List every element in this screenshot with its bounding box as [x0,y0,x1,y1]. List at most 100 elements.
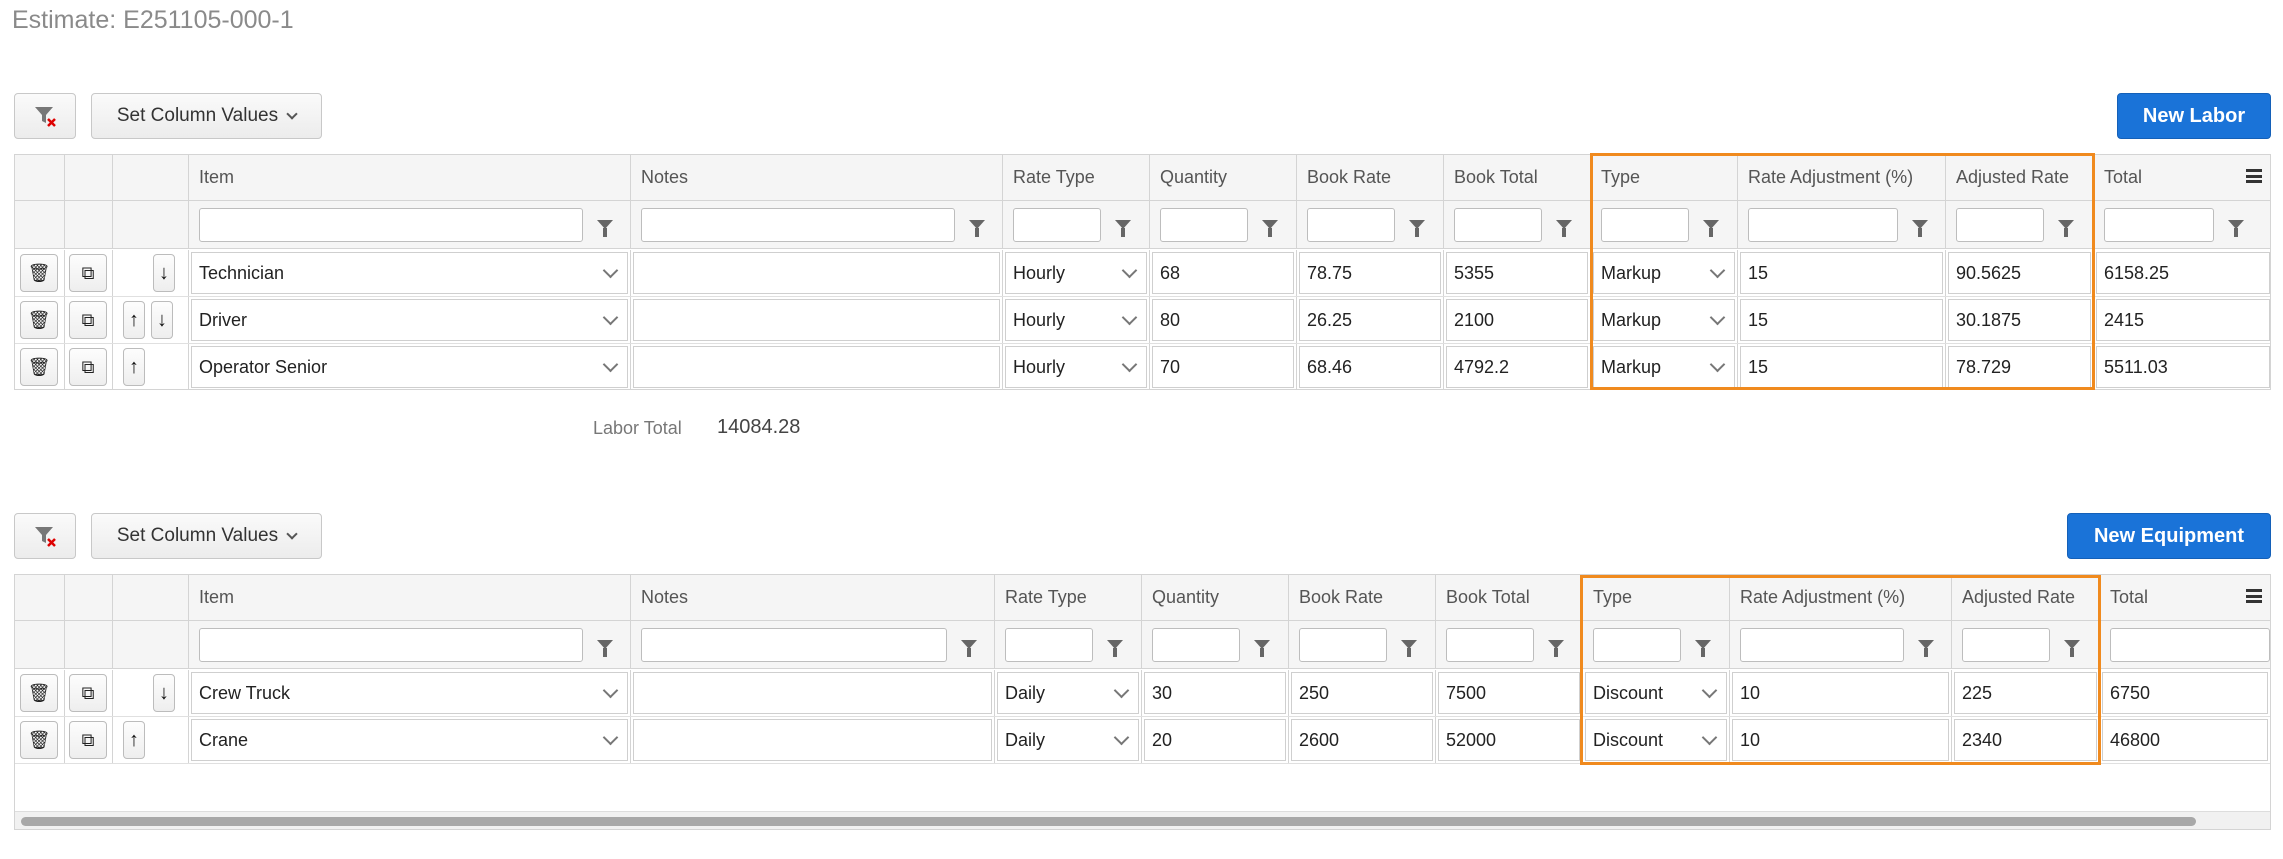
rate-type-filter-input[interactable] [1013,207,1101,242]
delete-button[interactable]: 🗑 [20,301,58,339]
move-down-button[interactable]: ↓ [153,674,175,712]
new-labor-button[interactable]: New Labor [2117,93,2271,139]
funnel-icon[interactable] [1912,220,1928,237]
col-total[interactable]: Total [2094,155,2270,200]
adjusted-rate-field[interactable]: 2340 [1962,730,2002,751]
funnel-icon[interactable] [2228,220,2244,237]
item-filter-input[interactable] [199,207,583,242]
rate-adjustment-filter-input[interactable] [1748,207,1898,242]
hamburger-icon[interactable] [2246,169,2262,183]
col-notes[interactable]: Notes [631,155,1003,200]
set-column-values-button[interactable]: Set Column Values [91,513,322,559]
funnel-icon[interactable] [1254,640,1270,657]
col-adjusted-rate[interactable]: Adjusted Rate [1952,575,2100,620]
delete-button[interactable]: 🗑 [20,674,58,712]
type-select[interactable]: Markup [1601,310,1661,331]
adjusted-rate-filter-input[interactable] [1956,207,2044,242]
item-select[interactable]: Crew Truck [199,683,290,704]
chevron-down-icon[interactable] [590,344,630,389]
rate-adjustment-field[interactable]: 15 [1748,310,1768,331]
item-select[interactable]: Crane [199,730,248,751]
notes-filter-input[interactable] [641,627,947,662]
adjusted-rate-field[interactable]: 78.729 [1956,357,2011,378]
notes-filter-input[interactable] [641,207,955,242]
funnel-icon[interactable] [1918,640,1934,657]
col-quantity[interactable]: Quantity [1142,575,1289,620]
type-select[interactable]: Markup [1601,357,1661,378]
quantity-field[interactable]: 30 [1152,683,1172,704]
book-rate-filter-input[interactable] [1299,627,1387,662]
col-notes[interactable]: Notes [631,575,995,620]
rate-adjustment-filter-input[interactable] [1740,627,1904,662]
col-item[interactable]: Item [189,575,631,620]
move-down-button[interactable]: ↓ [153,254,175,292]
rate-type-select[interactable]: Hourly [1013,310,1065,331]
funnel-icon[interactable] [2058,220,2074,237]
rate-adjustment-field[interactable]: 15 [1748,263,1768,284]
col-adjusted-rate[interactable]: Adjusted Rate [1946,155,2094,200]
funnel-icon[interactable] [1695,640,1711,657]
col-rate-adjustment[interactable]: Rate Adjustment (%) [1730,575,1952,620]
item-select[interactable]: Operator Senior [199,357,327,378]
rate-type-select[interactable]: Daily [1005,683,1045,704]
col-book-rate[interactable]: Book Rate [1289,575,1436,620]
chevron-down-icon[interactable] [1109,297,1149,343]
chevron-down-icon[interactable] [590,717,630,763]
funnel-icon[interactable] [1548,640,1564,657]
col-rate-type[interactable]: Rate Type [1003,155,1150,200]
col-rate-adjustment[interactable]: Rate Adjustment (%) [1738,155,1946,200]
funnel-icon[interactable] [597,220,613,237]
type-filter-input[interactable] [1593,627,1681,662]
col-type[interactable]: Type [1583,575,1730,620]
chevron-down-icon[interactable] [1109,344,1149,389]
delete-button[interactable]: 🗑 [20,348,58,386]
rate-type-filter-input[interactable] [1005,627,1093,662]
book-total-filter-input[interactable] [1446,627,1534,662]
copy-button[interactable]: ⧉ [69,721,107,759]
col-quantity[interactable]: Quantity [1150,155,1297,200]
quantity-field[interactable]: 20 [1152,730,1172,751]
notes-field[interactable] [633,672,992,714]
book-rate-field[interactable]: 68.46 [1307,357,1352,378]
funnel-icon[interactable] [1115,220,1131,237]
delete-button[interactable]: 🗑 [20,254,58,292]
rate-type-select[interactable]: Daily [1005,730,1045,751]
funnel-icon[interactable] [1262,220,1278,237]
book-rate-field[interactable]: 2600 [1299,730,1339,751]
quantity-field[interactable]: 68 [1160,263,1180,284]
clear-filters-button[interactable] [14,93,76,139]
notes-field[interactable] [633,719,992,761]
funnel-icon[interactable] [1401,640,1417,657]
type-filter-input[interactable] [1601,207,1689,242]
funnel-icon[interactable] [2064,640,2080,657]
item-filter-input[interactable] [199,627,583,662]
book-rate-filter-input[interactable] [1307,207,1395,242]
adjusted-rate-filter-input[interactable] [1962,627,2050,662]
chevron-down-icon[interactable] [1689,670,1729,716]
copy-button[interactable]: ⧉ [69,301,107,339]
copy-button[interactable]: ⧉ [69,674,107,712]
rate-adjustment-field[interactable]: 10 [1740,730,1760,751]
item-select[interactable]: Driver [199,310,247,331]
chevron-down-icon[interactable] [1109,250,1149,296]
chevron-down-icon[interactable] [1697,344,1737,389]
funnel-icon[interactable] [1703,220,1719,237]
book-rate-field[interactable]: 250 [1299,683,1329,704]
funnel-icon[interactable] [597,640,613,657]
new-equipment-button[interactable]: New Equipment [2067,513,2271,559]
book-rate-field[interactable]: 78.75 [1307,263,1352,284]
move-down-button[interactable]: ↓ [151,301,173,339]
quantity-field[interactable]: 80 [1160,310,1180,331]
copy-button[interactable]: ⧉ [69,254,107,292]
rate-type-select[interactable]: Hourly [1013,263,1065,284]
item-select[interactable]: Technician [199,263,284,284]
col-type[interactable]: Type [1591,155,1738,200]
type-select[interactable]: Discount [1593,683,1663,704]
notes-field[interactable] [633,252,1000,294]
adjusted-rate-field[interactable]: 90.5625 [1956,263,2021,284]
col-book-rate[interactable]: Book Rate [1297,155,1444,200]
col-rate-type[interactable]: Rate Type [995,575,1142,620]
book-rate-field[interactable]: 26.25 [1307,310,1352,331]
funnel-icon[interactable] [1409,220,1425,237]
total-filter-input[interactable] [2104,207,2214,242]
